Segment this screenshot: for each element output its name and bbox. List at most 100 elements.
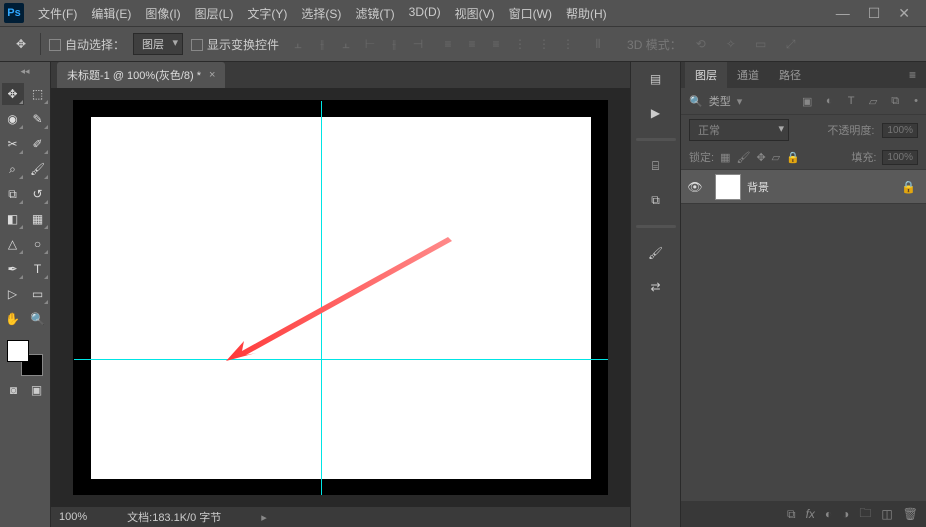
align-top-icon[interactable]: ⫠ xyxy=(287,33,309,55)
gradient-tool[interactable]: ▦ xyxy=(27,208,49,230)
distribute-more-icon[interactable]: ⫴ xyxy=(587,33,609,55)
layer-row[interactable]: 👁 背景 🔒 xyxy=(681,170,926,204)
doc-info[interactable]: 文档:183.1K/0 字节 xyxy=(127,509,221,525)
search-icon[interactable]: 🔍 xyxy=(689,95,703,108)
layer-thumbnail[interactable] xyxy=(715,174,741,200)
eraser-tool[interactable]: ◧ xyxy=(2,208,24,230)
lock-brush-icon[interactable]: 🖌 xyxy=(736,151,750,164)
crop-tool[interactable]: ✂ xyxy=(2,133,24,155)
lock-artboard-icon[interactable]: ▱ xyxy=(772,151,780,164)
shape-tool[interactable]: ▭ xyxy=(27,283,49,305)
menu-3d[interactable]: 3D(D) xyxy=(403,1,447,26)
path-select-tool[interactable]: ▷ xyxy=(2,283,24,305)
quick-select-tool[interactable]: ✎ xyxy=(27,108,49,130)
filter-type-dropdown[interactable]: 类型 xyxy=(709,93,731,109)
layer-name[interactable]: 背景 xyxy=(747,179,769,195)
type-tool[interactable]: T xyxy=(27,258,49,280)
menu-type[interactable]: 文字(Y) xyxy=(241,1,293,26)
healing-tool[interactable]: ⌕ xyxy=(2,158,24,180)
slide-icon[interactable]: ⤢ xyxy=(780,33,802,55)
align-hcenter-icon[interactable]: ⫲ xyxy=(383,33,405,55)
delete-layer-icon[interactable]: 🗑 xyxy=(903,507,918,521)
align-bottom-icon[interactable]: ⫠ xyxy=(335,33,357,55)
lasso-tool[interactable]: ◉ xyxy=(2,108,24,130)
menu-file[interactable]: 文件(F) xyxy=(32,1,83,26)
menu-help[interactable]: 帮助(H) xyxy=(560,1,613,26)
brush-tool[interactable]: 🖌 xyxy=(27,158,49,180)
filter-pixel-icon[interactable]: ▣ xyxy=(798,93,816,109)
distribute-top-icon[interactable]: ≡ xyxy=(437,33,459,55)
tab-channels[interactable]: 通道 xyxy=(727,62,769,88)
color-swatches[interactable] xyxy=(7,340,43,376)
dodge-tool[interactable]: ○ xyxy=(27,233,49,255)
show-transform-check[interactable]: 显示变换控件 xyxy=(191,36,279,53)
tab-paths[interactable]: 路径 xyxy=(769,62,811,88)
lock-position-icon[interactable]: ✥ xyxy=(756,151,765,164)
menu-view[interactable]: 视图(V) xyxy=(449,1,501,26)
layer-mask-icon[interactable]: ◐ xyxy=(825,507,832,521)
menu-layer[interactable]: 图层(L) xyxy=(189,1,240,26)
distribute-bottom-icon[interactable]: ≡ xyxy=(485,33,507,55)
status-arrow-icon[interactable]: ▸ xyxy=(261,511,267,524)
screenmode-icon[interactable]: ▣ xyxy=(27,382,47,398)
menu-image[interactable]: 图像(I) xyxy=(139,1,186,26)
adjustment-layer-icon[interactable]: ◑ xyxy=(842,507,849,521)
pan-icon[interactable]: ✧ xyxy=(720,33,742,55)
zoom-tool[interactable]: 🔍 xyxy=(27,308,49,330)
quickmask-icon[interactable]: ◙ xyxy=(4,382,24,398)
filter-smart-icon[interactable]: ⧉ xyxy=(886,93,904,109)
distribute-hcenter-icon[interactable]: ⋮ xyxy=(533,33,555,55)
pen-tool[interactable]: ✒ xyxy=(2,258,24,280)
align-left-icon[interactable]: ⊢ xyxy=(359,33,381,55)
menu-filter[interactable]: 滤镜(T) xyxy=(349,1,400,26)
zoom-level[interactable]: 100% xyxy=(59,511,87,523)
visibility-icon[interactable]: 👁 xyxy=(681,180,709,194)
eyedropper-tool[interactable]: ✐ xyxy=(27,133,49,155)
tab-close-icon[interactable]: × xyxy=(209,69,215,81)
hand-tool[interactable]: ✋ xyxy=(2,308,24,330)
auto-select-dropdown[interactable]: 图层 xyxy=(133,33,183,55)
move-tool-icon[interactable]: ✥ xyxy=(10,33,32,55)
auto-select-check[interactable]: 自动选择： xyxy=(49,36,125,53)
close-icon[interactable]: ✕ xyxy=(898,5,910,22)
document-tab[interactable]: 未标题-1 @ 100%(灰色/8) * × xyxy=(57,62,225,88)
tab-layers[interactable]: 图层 xyxy=(685,62,727,88)
minimize-icon[interactable]: — xyxy=(836,5,850,22)
distribute-left-icon[interactable]: ⋮ xyxy=(509,33,531,55)
brush-presets-panel-icon[interactable]: ⇄ xyxy=(643,274,669,300)
stamp-tool[interactable]: ⧉ xyxy=(2,183,24,205)
lock-indicator-icon[interactable]: 🔒 xyxy=(901,180,916,194)
brush-panel-icon[interactable]: 🖌 xyxy=(643,240,669,266)
toolbox-collapse-icon[interactable]: ◂◂ xyxy=(18,64,31,79)
character-panel-icon[interactable]: ⌸ xyxy=(643,153,669,179)
dolly-icon[interactable]: ▭ xyxy=(750,33,772,55)
actions-panel-icon[interactable]: ▶ xyxy=(643,100,669,126)
align-vcenter-icon[interactable]: ⫲ xyxy=(311,33,333,55)
new-layer-icon[interactable]: ◫ xyxy=(881,507,892,521)
opacity-value[interactable]: 100% xyxy=(882,123,918,138)
fill-value[interactable]: 100% xyxy=(882,150,918,165)
menu-window[interactable]: 窗口(W) xyxy=(503,1,558,26)
layer-fx-icon[interactable]: fx xyxy=(806,507,815,521)
filter-adjust-icon[interactable]: ◐ xyxy=(820,93,838,109)
filter-toggle-icon[interactable]: • xyxy=(914,95,918,107)
move-tool[interactable]: ✥ xyxy=(2,83,24,105)
link-layers-icon[interactable]: ⧉ xyxy=(787,507,796,522)
lock-all-icon[interactable]: 🔒 xyxy=(786,151,800,164)
history-brush-tool[interactable]: ↺ xyxy=(27,183,49,205)
canvas-viewport[interactable] xyxy=(51,88,630,507)
lock-pixels-icon[interactable]: ▦ xyxy=(720,151,730,164)
align-right-icon[interactable]: ⊣ xyxy=(407,33,429,55)
filter-type-icon[interactable]: T xyxy=(842,93,860,109)
canvas[interactable] xyxy=(91,117,591,479)
history-panel-icon[interactable]: ▤ xyxy=(643,66,669,92)
orbit-icon[interactable]: ⟲ xyxy=(690,33,712,55)
marquee-tool[interactable]: ⬚ xyxy=(27,83,49,105)
paragraph-panel-icon[interactable]: ⧉ xyxy=(643,187,669,213)
blur-tool[interactable]: △ xyxy=(2,233,24,255)
maximize-icon[interactable]: ☐ xyxy=(868,5,881,22)
foreground-swatch[interactable] xyxy=(7,340,29,362)
filter-shape-icon[interactable]: ▱ xyxy=(864,93,882,109)
menu-select[interactable]: 选择(S) xyxy=(295,1,347,26)
distribute-right-icon[interactable]: ⋮ xyxy=(557,33,579,55)
